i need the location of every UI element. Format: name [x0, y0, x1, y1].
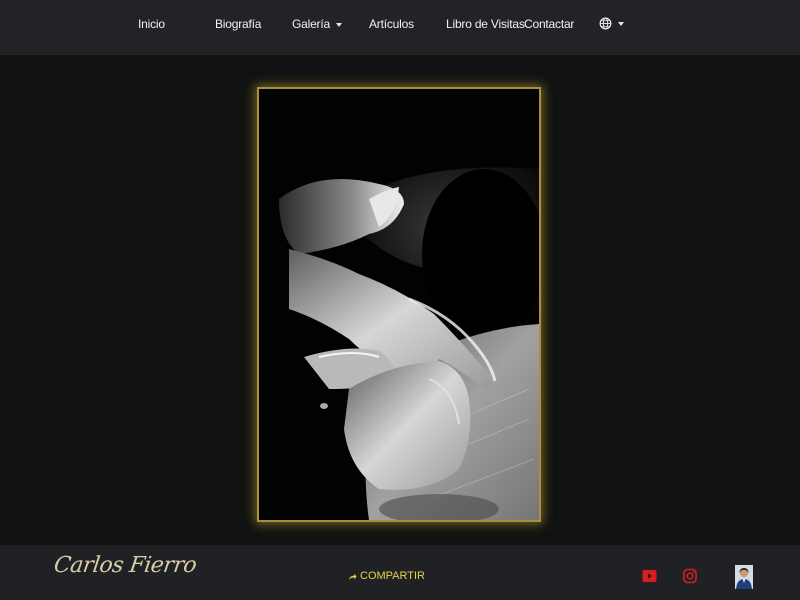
nav-link-biografia[interactable]: Biografía — [215, 17, 261, 31]
caret-down-icon — [335, 22, 342, 27]
signature-logo[interactable]: Carlos Fierro — [52, 553, 198, 578]
nav-dropdown-galeria[interactable]: Galería — [292, 17, 342, 31]
caret-down-icon — [618, 21, 624, 26]
instagram-link[interactable] — [683, 568, 697, 589]
gallery-photo[interactable] — [257, 87, 541, 522]
profile-avatar-link[interactable] — [735, 565, 753, 594]
nav-link-contactar[interactable]: Contactar — [524, 17, 574, 31]
share-icon — [348, 573, 357, 580]
nav-link-articulos[interactable]: Artículos — [369, 17, 414, 31]
youtube-icon — [642, 570, 657, 582]
artisan-hands-photo — [259, 89, 539, 520]
nav-galeria-label: Galería — [292, 17, 330, 31]
avatar — [735, 565, 753, 589]
nav-link-libro-de-visitas[interactable]: Libro de Visitas — [446, 17, 525, 31]
globe-icon — [599, 17, 612, 30]
share-label: COMPARTIR — [360, 570, 425, 582]
language-dropdown[interactable] — [599, 17, 624, 30]
nav-link-inicio[interactable]: Inicio — [138, 17, 165, 31]
instagram-icon — [683, 568, 697, 584]
share-button[interactable]: COMPARTIR — [348, 570, 425, 582]
top-navbar: Inicio Biografía Galería Artículos Libro… — [0, 0, 800, 55]
youtube-link[interactable] — [642, 569, 657, 588]
